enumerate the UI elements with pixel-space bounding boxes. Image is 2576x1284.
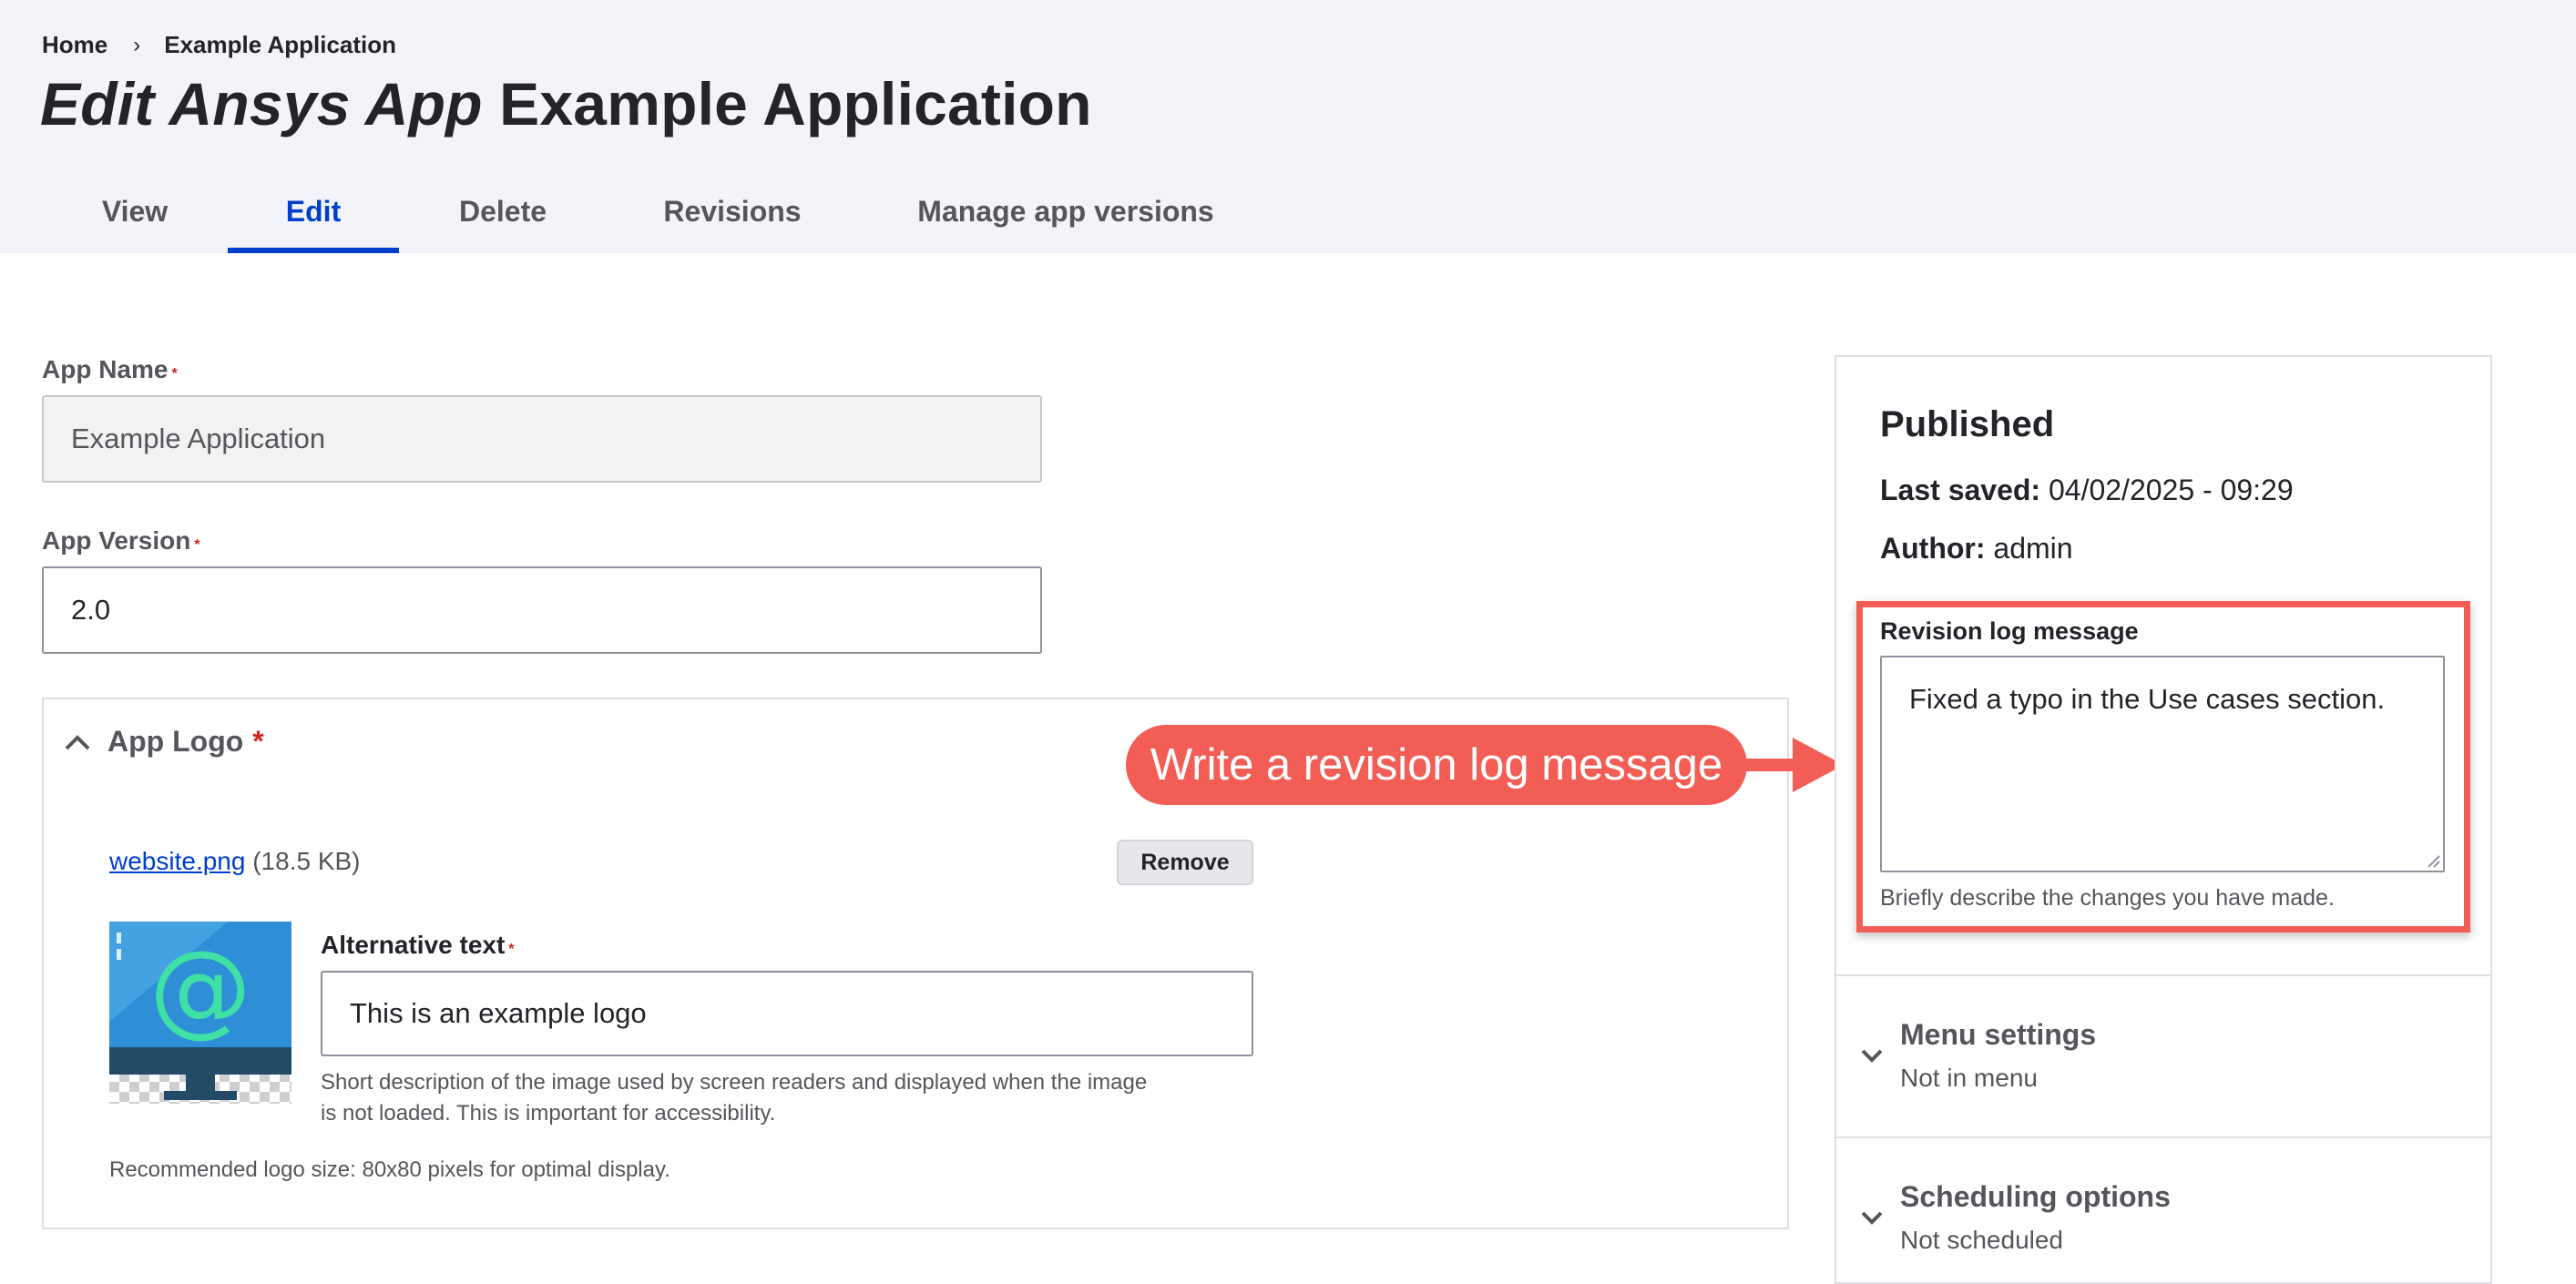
alt-text-description: Short description of the image used by s… [321,1070,1148,1126]
tab-view[interactable]: View [73,182,197,253]
author-value: admin [1993,532,2073,565]
page-title: Edit Ansys App Example Application [40,69,1092,138]
revision-log-textarea[interactable]: Fixed a typo in the Use cases section. [1880,656,2445,872]
resize-handle-icon[interactable] [2425,852,2441,869]
app-version-label: App Version * [42,526,200,555]
breadcrumb-home[interactable]: Home [42,31,107,59]
tab-revisions[interactable]: Revisions [643,182,822,253]
alt-text-label: Alternative text * [321,931,515,959]
breadcrumb-separator-icon: › [133,32,141,57]
page-title-name: Example Application [499,70,1092,138]
author-label: Author: [1880,532,1986,565]
app-version-input[interactable]: 2.0 [42,566,1042,654]
breadcrumb: Home › Example Application [42,31,396,59]
last-saved-label: Last saved: [1880,474,2041,506]
tab-edit[interactable]: Edit [228,182,399,253]
required-marker: * [194,537,200,553]
last-saved-value: 04/02/2025 - 09:29 [2048,474,2294,506]
required-marker: * [508,942,515,957]
page-header: Home › Example Application Edit Ansys Ap… [0,0,2576,253]
alt-text-input[interactable]: This is an example logo [321,971,1253,1056]
revision-log-description: Briefly describe the changes you have ma… [1880,885,2335,911]
revision-log-label: Revision log message [1880,617,2139,645]
chevron-down-icon [1861,1211,1883,1225]
menu-settings-section[interactable]: Menu settings Not in menu [1835,974,2492,1136]
app-name-input[interactable]: Example Application [42,395,1042,483]
menu-settings-title: Menu settings [1900,1018,2097,1051]
callout-bubble: Write a revision log message [1126,725,1747,805]
author: Author: admin [1880,532,2073,566]
scheduling-options-title: Scheduling options [1900,1180,2171,1213]
svg-text:@: @ [149,930,251,1048]
tab-manage-app-versions[interactable]: Manage app versions [902,182,1230,253]
file-link[interactable]: website.png [109,847,245,875]
scheduling-options-status: Not scheduled [1900,1226,2064,1254]
app-logo-summary[interactable]: App Logo * [64,725,264,759]
monitor-at-logo: @ [109,922,291,1104]
page-title-prefix: Edit Ansys App [40,70,483,138]
remove-button[interactable]: Remove [1117,840,1253,885]
arrow-right-icon [1740,738,1844,792]
chevron-down-icon [1861,1049,1883,1063]
required-marker: * [252,725,264,758]
menu-settings-status: Not in menu [1900,1064,2038,1092]
chevron-up-icon [65,734,90,749]
required-marker: * [171,366,178,382]
logo-size-recommendation: Recommended logo size: 80x80 pixels for … [109,1157,670,1182]
app-name-label: App Name * [42,355,178,383]
tab-delete[interactable]: Delete [432,182,574,253]
status-heading: Published [1880,404,2055,444]
revision-log-value: Fixed a typo in the Use cases section. [1909,683,2386,715]
file-size: (18.5 KB) [252,847,361,875]
app-logo-title: App Logo [107,725,244,758]
last-saved: Last saved: 04/02/2025 - 09:29 [1880,474,2294,507]
breadcrumb-current: Example Application [164,31,397,58]
scheduling-options-section[interactable]: Scheduling options Not scheduled [1835,1136,2492,1282]
file-info: website.png (18.5 KB) [109,847,361,876]
